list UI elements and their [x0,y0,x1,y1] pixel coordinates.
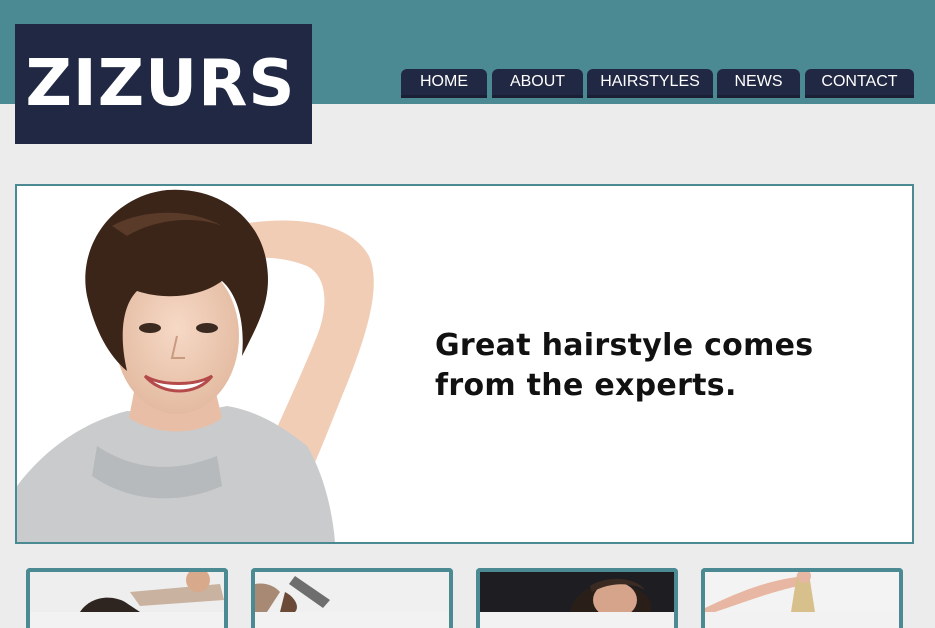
nav-hairstyles[interactable]: HAIRSTYLES [587,69,713,98]
nav-news[interactable]: NEWS [717,69,800,98]
hair-trimmer-photo [255,572,449,612]
thumbnail-long-hair[interactable] [701,568,903,628]
thumbnail-hair-cutting[interactable] [26,568,228,628]
nav-about[interactable]: ABOUT [492,69,583,98]
hair-cutting-photo [30,572,224,612]
nav-news-label: NEWS [734,73,783,90]
nav-contact[interactable]: CONTACT [805,69,914,98]
thumbnail-stylist[interactable] [476,568,678,628]
hero-woman-photo [17,189,374,542]
hero-headline-line2: from the experts. [435,368,737,403]
thumbnail-hair-trimmer[interactable] [251,568,453,628]
hero-banner: Great hairstyle comes from the experts. [15,184,914,544]
nav-contact-label: CONTACT [821,73,898,90]
nav-hairstyles-label: HAIRSTYLES [600,73,700,90]
site-logo[interactable]: ZIZURS [15,24,312,144]
hero-headline: Great hairstyle comes from the experts. [435,326,855,406]
nav-home[interactable]: HOME [401,69,487,98]
logo-text: ZIZURS [25,47,296,121]
long-hair-styling-photo [705,572,899,612]
nav-home-label: HOME [420,73,468,90]
hero-headline-line1: Great hairstyle comes [435,328,814,363]
stylist-at-work-photo [480,572,674,612]
nav-about-label: ABOUT [509,73,566,90]
